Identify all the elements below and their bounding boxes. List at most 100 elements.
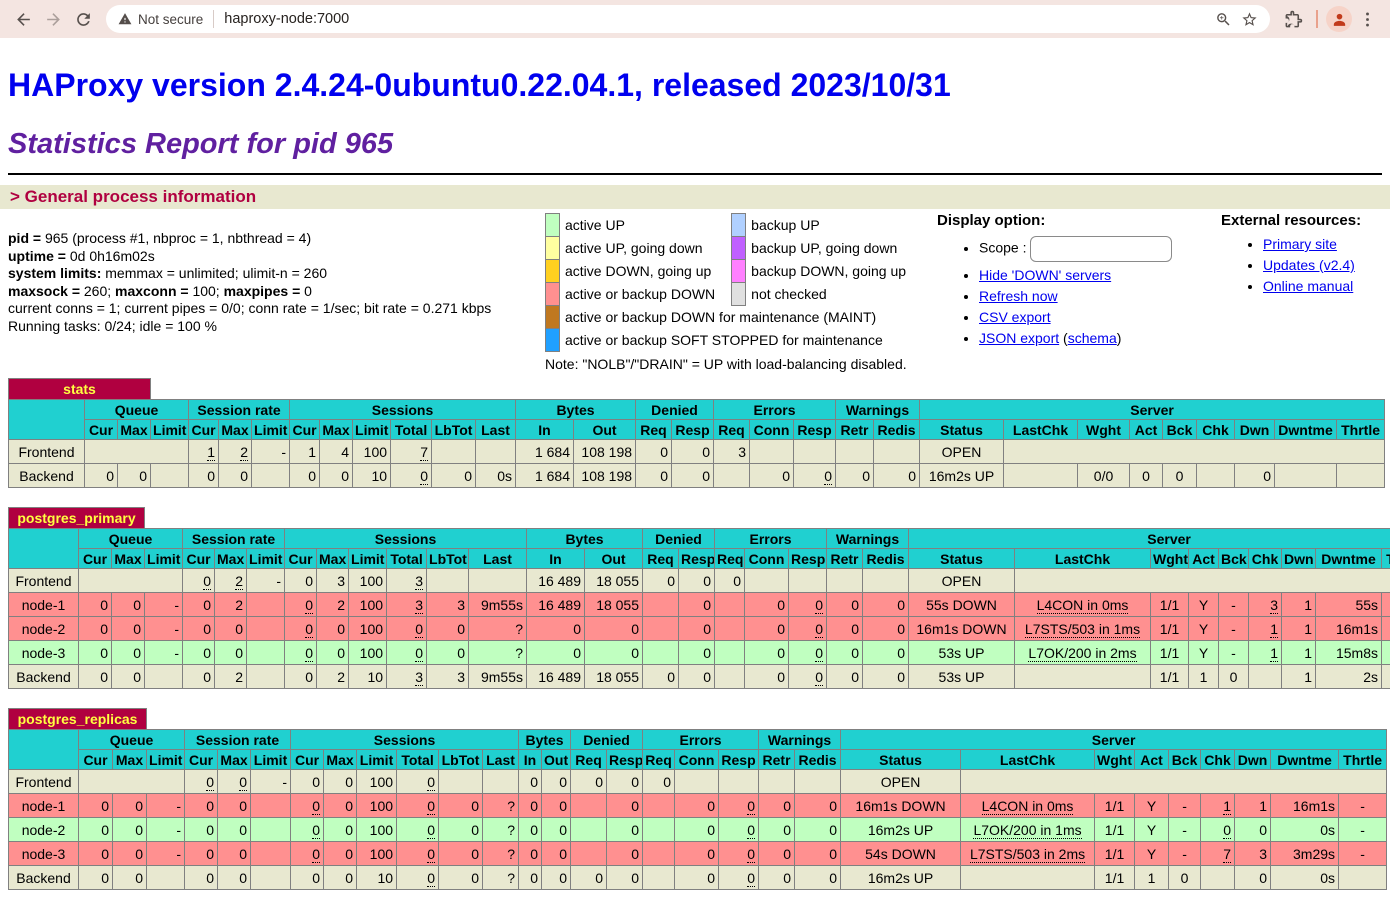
row-name: Frontend [9,440,85,464]
star-icon [1241,11,1258,28]
cell-thrtle [1382,593,1390,617]
column-group-header: Session rate [185,730,291,750]
cell-err-conn: 0 [675,794,719,818]
url-text[interactable]: haproxy-node:7000 [224,11,1210,27]
forward-button[interactable] [38,4,68,34]
menu-button[interactable] [1352,4,1382,34]
cell-rate-max: 2 [219,440,252,464]
cell-sess-limit: 100 [353,440,391,464]
cell-sess-last: ? [469,617,527,641]
not-secure-chip[interactable]: Not secure [118,10,214,28]
zoom-button[interactable] [1210,6,1236,32]
table-title: postgres_replicas [9,709,147,730]
cell-wght: 1/1 [1095,818,1135,842]
scope-input[interactable] [1030,236,1172,262]
column-header: Limit [145,549,183,569]
cell-thrtle [1382,617,1390,641]
cell-queue-limit: - [147,842,185,866]
cell-denied-req: 0 [643,665,679,689]
back-button[interactable] [8,4,38,34]
cell-sess-total: 0 [397,842,439,866]
table-row-node-2: node-200-000010000?000000016m2s UPL7OK/2… [9,818,1387,842]
column-header: Req [643,549,679,569]
process-info-line: pid = 965 (process #1, nbproc = 1, nbthr… [8,230,491,248]
json-export-link[interactable]: JSON export [979,330,1059,346]
zoom-in-icon [1215,11,1232,28]
section-header: > General process information [0,185,1390,209]
external-link[interactable]: Primary site [1263,236,1337,252]
cell-dwntme: 0s [1271,818,1339,842]
external-resources-title: External resources: [1221,212,1361,229]
cell-chk: 1 [1249,641,1282,665]
cell-sess-max: 0 [317,617,349,641]
cell-dwntme: 55s [1316,593,1382,617]
cell-bytes-in: 0 [519,794,542,818]
cell-warn-retr: 0 [759,866,795,890]
column-header: Resp [789,549,827,569]
cell-err-resp [719,770,759,794]
bookmark-button[interactable] [1236,6,1262,32]
display-option-link[interactable]: Refresh now [979,288,1058,304]
cell-warn-retr: 0 [759,794,795,818]
cell-queue-limit [151,464,189,488]
cell-denied-req: 0 [571,770,607,794]
external-link[interactable]: Updates (v2.4) [1263,257,1355,273]
cell-rate-limit [251,842,291,866]
external-link[interactable]: Online manual [1263,278,1353,294]
cell-sess-limit: 10 [353,464,391,488]
column-header: Cur [85,420,118,440]
cell-thrtle: - [1339,842,1387,866]
column-header: Dwn [1235,420,1275,440]
cell-bytes-out: 0 [542,866,571,890]
cell-denied-req [643,593,679,617]
column-header: Thrtle [1337,420,1385,440]
column-group-header: Session rate [183,529,285,549]
table-row-frontend: Frontend00-00100000000OPEN [9,770,1387,794]
column-group-header: Errors [643,730,759,750]
cell-sess-max: 0 [324,818,357,842]
cell-bck: - [1169,794,1201,818]
column-header: Last [469,549,527,569]
cell-warn-redis: 0 [795,866,841,890]
display-option-link[interactable]: CSV export [979,309,1051,325]
cell-err-req [715,641,745,665]
schema-link[interactable]: schema [1068,330,1117,346]
legend-label: not checked [746,283,922,306]
table-row-frontend: Frontend02-03100316 48918 055000OPEN [9,569,1390,593]
column-header: Out [574,420,636,440]
extensions-button[interactable] [1278,4,1308,34]
cell-sess-lbtot: 0 [439,794,483,818]
cell-queue-max: 0 [113,818,147,842]
profile-avatar-button[interactable] [1326,6,1352,32]
reload-button[interactable] [68,4,98,34]
cell-status: 16m1s DOWN [841,794,961,818]
cell-queue-max: 0 [112,593,145,617]
cell-queue-limit: - [145,641,183,665]
column-header: Max [317,549,349,569]
cell-bytes-out: 0 [542,818,571,842]
cell-rate-max: 0 [218,794,251,818]
column-header: Resp [679,549,715,569]
column-header: Resp [672,420,714,440]
cell-status: OPEN [841,770,961,794]
cell-thrtle [1382,665,1390,689]
corner-header [9,730,79,770]
display-option-link[interactable]: Hide 'DOWN' servers [979,267,1111,283]
process-info-line: system limits: memmax = unlimited; ulimi… [8,265,491,283]
cell-dwntme: 3m29s [1271,842,1339,866]
proxy-tables: statsQueueSession rateSessionsBytesDenie… [8,378,1390,909]
cell-err-req [715,617,745,641]
cell-err-resp [789,569,827,593]
page-title-link[interactable]: HAProxy version 2.4.24-0ubuntu0.22.04.1,… [8,67,951,103]
address-bar[interactable]: Not secure haproxy-node:7000 [106,5,1270,33]
cell-err-resp: 0 [789,641,827,665]
cell-sess-max: 3 [317,569,349,593]
cell-queue-max: 0 [113,794,147,818]
cell-rate-max: 0 [219,464,252,488]
cell-warn-retr: 0 [759,818,795,842]
cell-wght: 1/1 [1151,617,1189,641]
cell-err-req [643,842,675,866]
column-header: In [519,750,542,770]
cell-sess-cur: 0 [285,617,317,641]
column-header: Max [112,549,145,569]
